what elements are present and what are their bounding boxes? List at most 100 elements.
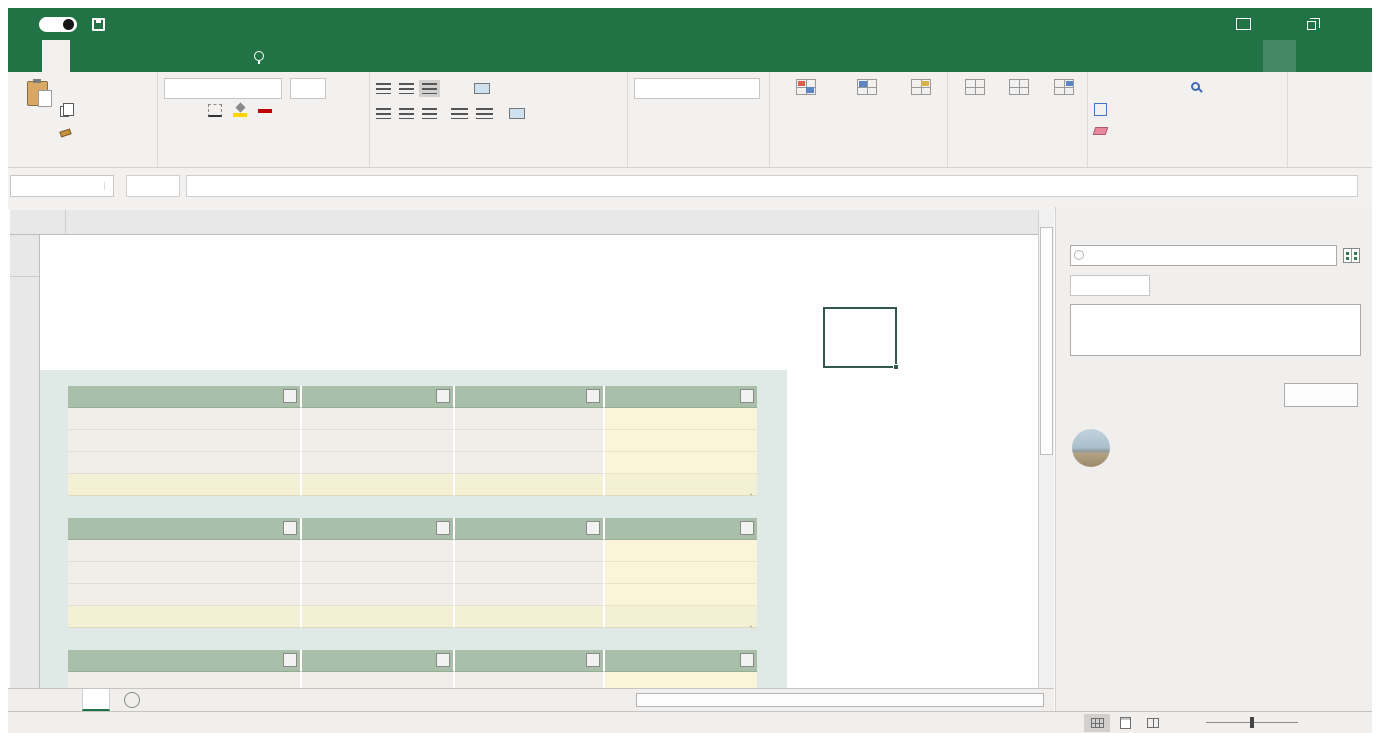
column-header[interactable] bbox=[40, 210, 66, 234]
sheet-tab-active[interactable] bbox=[82, 689, 110, 711]
tell-me-box[interactable] bbox=[254, 40, 271, 72]
find-select-button[interactable] bbox=[1173, 77, 1217, 149]
window-controls bbox=[1202, 9, 1372, 39]
sheet-nav-right-icon[interactable] bbox=[42, 689, 64, 711]
toggle-knob-icon bbox=[63, 19, 74, 30]
font-size-select[interactable] bbox=[290, 78, 326, 99]
ribbon-display-options-icon bbox=[1236, 18, 1251, 30]
tab-home[interactable] bbox=[42, 40, 70, 72]
tab-formulas[interactable] bbox=[126, 40, 154, 72]
filter-icon[interactable] bbox=[436, 653, 450, 667]
cell-styles-button[interactable] bbox=[899, 77, 943, 149]
decrease-indent-icon[interactable] bbox=[451, 108, 468, 119]
avatar bbox=[1072, 429, 1110, 467]
ribbon-display-options-button[interactable] bbox=[1226, 9, 1260, 39]
horizontal-scroll-thumb[interactable] bbox=[636, 693, 1044, 707]
minimize-button[interactable] bbox=[1260, 9, 1294, 39]
conditional-formatting-button[interactable] bbox=[776, 77, 835, 149]
name-box[interactable] bbox=[10, 175, 114, 197]
format-painter-button[interactable] bbox=[60, 122, 83, 143]
number-format-select[interactable] bbox=[634, 78, 760, 99]
selected-cell-I3[interactable] bbox=[823, 307, 897, 368]
align-bottom-icon[interactable] bbox=[422, 83, 437, 94]
tab-page-layout[interactable] bbox=[98, 40, 126, 72]
filter-icon[interactable] bbox=[283, 653, 297, 667]
group-number bbox=[628, 72, 770, 167]
filter-icon[interactable] bbox=[740, 653, 754, 667]
tab-insert[interactable] bbox=[70, 40, 98, 72]
sheet-tab-overflow[interactable] bbox=[64, 689, 82, 711]
delete-cells-button[interactable] bbox=[1001, 77, 1037, 149]
permission-select[interactable] bbox=[1070, 275, 1150, 296]
table-row bbox=[68, 408, 757, 430]
group-alignment bbox=[370, 72, 628, 167]
font-name-select[interactable] bbox=[164, 78, 282, 99]
filter-icon[interactable] bbox=[436, 389, 450, 403]
share-message-input[interactable] bbox=[1070, 304, 1361, 356]
filter-icon[interactable] bbox=[586, 389, 600, 403]
sheet-area[interactable] bbox=[40, 235, 1038, 688]
font-color-icon[interactable] bbox=[258, 108, 273, 113]
restore-button[interactable] bbox=[1294, 9, 1328, 39]
vertical-scrollbar[interactable] bbox=[1038, 210, 1054, 688]
filter-icon[interactable] bbox=[586, 521, 600, 535]
borders-icon[interactable] bbox=[208, 104, 223, 117]
income-table bbox=[68, 386, 757, 496]
address-book-icon[interactable] bbox=[1343, 248, 1360, 263]
scroll-down-icon[interactable] bbox=[1039, 672, 1054, 688]
cut-button[interactable] bbox=[60, 80, 83, 101]
autosum-button[interactable] bbox=[1094, 78, 1117, 99]
find-select-icon bbox=[1191, 82, 1200, 91]
group-cells bbox=[948, 72, 1088, 167]
tab-file[interactable] bbox=[8, 40, 42, 72]
wrap-text-icon bbox=[474, 83, 490, 94]
merge-center-button[interactable] bbox=[509, 103, 535, 124]
sheet-nav-left-icon[interactable] bbox=[20, 689, 42, 711]
share-button-top[interactable] bbox=[1263, 40, 1296, 72]
close-button[interactable] bbox=[1328, 9, 1362, 39]
clear-button[interactable] bbox=[1094, 120, 1117, 141]
invite-email-input[interactable] bbox=[1070, 245, 1337, 266]
format-as-table-button[interactable] bbox=[839, 77, 895, 149]
align-right-icon[interactable] bbox=[422, 108, 437, 119]
align-top-icon[interactable] bbox=[376, 83, 391, 94]
share-submit-button[interactable] bbox=[1284, 383, 1358, 407]
align-middle-icon[interactable] bbox=[399, 83, 414, 94]
filter-icon[interactable] bbox=[586, 653, 600, 667]
filter-icon[interactable] bbox=[740, 521, 754, 535]
filter-icon[interactable] bbox=[283, 389, 297, 403]
formula-input[interactable] bbox=[186, 175, 1358, 197]
scroll-up-icon[interactable] bbox=[1039, 210, 1054, 226]
zoom-slider-handle[interactable] bbox=[1250, 717, 1254, 728]
row-header[interactable] bbox=[10, 235, 39, 277]
tab-view[interactable] bbox=[210, 40, 238, 72]
tab-review[interactable] bbox=[182, 40, 210, 72]
filter-icon[interactable] bbox=[740, 389, 754, 403]
fill-handle[interactable] bbox=[893, 364, 899, 370]
table-resize-handle[interactable] bbox=[751, 489, 756, 497]
insert-cells-button[interactable] bbox=[958, 77, 993, 149]
save-icon[interactable] bbox=[92, 18, 105, 31]
normal-view-button[interactable] bbox=[1084, 714, 1110, 732]
fill-color-icon[interactable] bbox=[233, 103, 248, 117]
vertical-scroll-thumb[interactable] bbox=[1040, 227, 1053, 455]
new-sheet-icon[interactable] bbox=[124, 692, 140, 708]
table-resize-handle[interactable] bbox=[751, 621, 756, 629]
paste-button[interactable] bbox=[14, 77, 60, 149]
zoom-slider[interactable] bbox=[1206, 722, 1298, 723]
format-cells-button[interactable] bbox=[1045, 77, 1083, 149]
wrap-text-button[interactable] bbox=[474, 78, 495, 99]
fill-button[interactable] bbox=[1094, 99, 1117, 120]
filter-icon[interactable] bbox=[283, 521, 297, 535]
align-left-icon[interactable] bbox=[376, 108, 391, 119]
increase-indent-icon[interactable] bbox=[476, 108, 493, 119]
page-break-view-button[interactable] bbox=[1140, 714, 1166, 732]
align-center-icon[interactable] bbox=[399, 108, 414, 119]
sort-filter-button[interactable] bbox=[1123, 77, 1167, 149]
tab-data[interactable] bbox=[154, 40, 182, 72]
filter-icon[interactable] bbox=[436, 521, 450, 535]
copy-button[interactable] bbox=[60, 101, 83, 122]
page-layout-view-button[interactable] bbox=[1112, 714, 1138, 732]
autosave-toggle[interactable] bbox=[39, 17, 77, 32]
name-box-caret-icon[interactable] bbox=[104, 182, 113, 190]
